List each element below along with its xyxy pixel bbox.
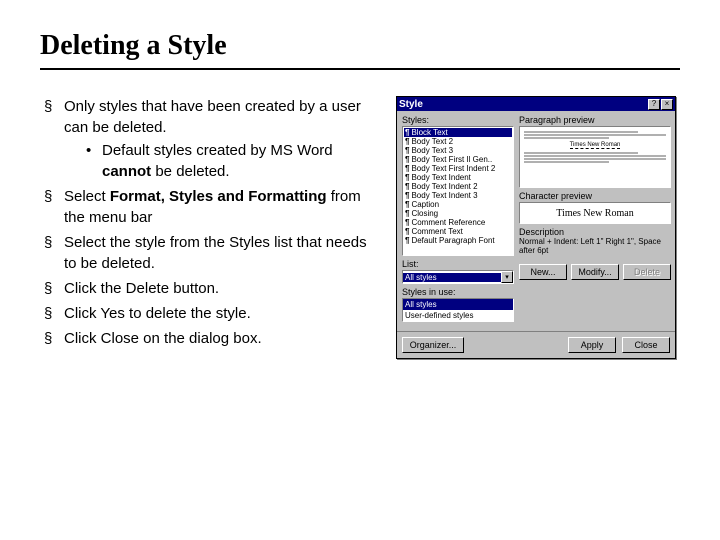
paragraph-icon: ¶ xyxy=(405,200,409,209)
list-item[interactable]: ¶Body Text Indent xyxy=(404,173,512,182)
styles-in-use-label: Styles in use: xyxy=(402,287,514,297)
bullet-1: Only styles that have been created by a … xyxy=(44,96,380,182)
paragraph-icon: ¶ xyxy=(405,209,409,218)
description-label: Description xyxy=(519,227,671,237)
bullet-4: Click the Delete button. xyxy=(44,278,380,299)
bullet-2: Select Format, Styles and Formatting fro… xyxy=(44,186,380,228)
new-button[interactable]: New... xyxy=(519,264,567,280)
paragraph-icon: ¶ xyxy=(405,227,409,236)
dialog-title: Style xyxy=(399,99,647,110)
bullet-1-text: Only styles that have been created by a … xyxy=(64,98,361,136)
list-label: List: xyxy=(402,259,514,269)
list-item[interactable]: ¶Caption xyxy=(404,200,512,209)
paragraph-icon: ¶ xyxy=(405,164,409,173)
paragraph-icon: ¶ xyxy=(405,182,409,191)
bullet-5: Click Yes to delete the style. xyxy=(44,303,380,324)
instruction-text: Only styles that have been created by a … xyxy=(40,96,380,353)
paragraph-icon: ¶ xyxy=(405,236,409,245)
list-item[interactable]: ¶Body Text First Indent 2 xyxy=(404,164,512,173)
list-item[interactable]: ¶Body Text 2 xyxy=(404,137,512,146)
page-title: Deleting a Style xyxy=(40,30,680,70)
list-item[interactable]: ¶Body Text Indent 2 xyxy=(404,182,512,191)
help-icon[interactable]: ? xyxy=(648,99,660,110)
delete-button[interactable]: Delete xyxy=(623,264,671,280)
paragraph-icon: ¶ xyxy=(405,128,409,137)
chevron-down-icon[interactable]: ▾ xyxy=(501,271,513,283)
bullet-1-sub: Default styles created by MS Word cannot… xyxy=(86,140,380,182)
list-item[interactable]: ¶Default Paragraph Font xyxy=(404,236,512,245)
list-item[interactable]: ¶Closing xyxy=(404,209,512,218)
paragraph-icon: ¶ xyxy=(405,146,409,155)
styles-label: Styles: xyxy=(402,115,514,125)
modify-button[interactable]: Modify... xyxy=(571,264,619,280)
description-text: Normal + Indent: Left 1" Right 1", Space… xyxy=(519,238,671,260)
close-icon[interactable]: × xyxy=(661,99,673,110)
list-combo-value: All styles xyxy=(403,273,501,282)
para-preview-label: Paragraph preview xyxy=(519,115,671,125)
dialog-titlebar[interactable]: Style ? × xyxy=(397,97,675,111)
paragraph-icon: ¶ xyxy=(405,173,409,182)
organizer-button[interactable]: Organizer... xyxy=(402,337,464,353)
close-button[interactable]: Close xyxy=(622,337,670,353)
list-item[interactable]: ¶Body Text 3 xyxy=(404,146,512,155)
paragraph-icon: ¶ xyxy=(405,218,409,227)
paragraph-icon: ¶ xyxy=(405,137,409,146)
bullet-3: Select the style from the Styles list th… xyxy=(44,232,380,274)
para-sample-text: Times New Roman xyxy=(570,142,621,149)
list-item[interactable]: ¶Comment Text xyxy=(404,227,512,236)
apply-button[interactable]: Apply xyxy=(568,337,616,353)
list-combo[interactable]: All styles ▾ xyxy=(402,270,514,284)
paragraph-icon: ¶ xyxy=(405,155,409,164)
paragraph-icon: ¶ xyxy=(405,191,409,200)
list-item[interactable]: ¶Body Text First Il Gen.. xyxy=(404,155,512,164)
character-preview: Times New Roman xyxy=(519,202,671,224)
styles-listbox[interactable]: ¶Block Text¶Body Text 2¶Body Text 3¶Body… xyxy=(402,126,514,256)
list-item[interactable]: ¶Comment Reference xyxy=(404,218,512,227)
char-preview-label: Character preview xyxy=(519,191,671,201)
list-item[interactable]: ¶Block Text xyxy=(404,128,512,137)
paragraph-preview: Times New Roman xyxy=(519,126,671,188)
styles-in-use-list[interactable]: All styles User-defined styles xyxy=(402,298,514,322)
bullet-6: Click Close on the dialog box. xyxy=(44,328,380,349)
style-dialog: Style ? × Styles: ¶Block Text¶Body Text … xyxy=(396,96,676,359)
list-item[interactable]: ¶Body Text Indent 3 xyxy=(404,191,512,200)
